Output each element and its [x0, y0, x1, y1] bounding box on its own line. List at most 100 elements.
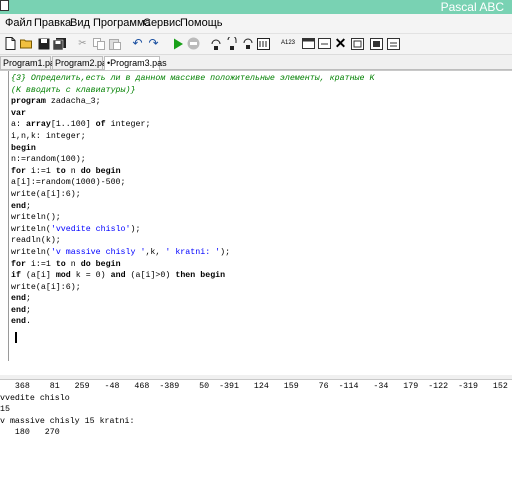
code-token: n — [65, 166, 81, 176]
cut-icon[interactable]: ✂ — [76, 37, 89, 50]
code-token: begin — [11, 143, 36, 153]
code-token: i:=1 — [25, 259, 56, 269]
stop-icon[interactable] — [187, 37, 200, 50]
code-token: and — [110, 271, 126, 281]
run-icon[interactable] — [171, 37, 184, 50]
menu-view[interactable]: Вид — [70, 17, 90, 30]
code-line[interactable]: writeln('vvedite chislo'); — [11, 224, 374, 236]
undo-icon[interactable]: ↶ — [131, 37, 144, 50]
copy-icon[interactable] — [92, 37, 105, 50]
code-token: i:=1 — [25, 166, 56, 176]
code-token: writeln( — [11, 247, 51, 257]
window-icon[interactable] — [318, 37, 331, 50]
window4-icon[interactable] — [387, 37, 400, 50]
code-token: . — [25, 317, 31, 327]
code-line[interactable]: program zadacha_3; — [11, 96, 374, 108]
text-cursor — [15, 332, 17, 343]
step-into-icon[interactable] — [225, 37, 238, 50]
code-token: do begin — [80, 166, 121, 176]
tab-program1[interactable]: Program1.pas — [0, 56, 60, 69]
tab-program2[interactable]: Program2.pas — [52, 56, 112, 69]
code-line[interactable]: end. — [11, 316, 374, 328]
editor-gutter — [4, 71, 9, 361]
code-token: [1..100] — [50, 120, 96, 130]
code-line[interactable]: for i:=1 to n do begin — [11, 259, 374, 271]
code-line[interactable]: end; — [11, 305, 374, 317]
form-icon[interactable] — [302, 37, 315, 50]
code-token: k = 0) — [70, 271, 111, 281]
code-token: i,n,k: integer; — [11, 131, 86, 141]
output-panel: 368 81 259 -48 468 -389 50 -391 124 159 … — [0, 381, 512, 439]
code-line[interactable]: i,n,k: integer; — [11, 131, 374, 143]
code-line[interactable]: begin — [11, 143, 374, 155]
code-token: ' kratni: ' — [165, 247, 221, 257]
code-token: a[i]:=random(1000)-500; — [11, 178, 126, 188]
code-token: n — [65, 259, 81, 269]
code-line[interactable]: a: array[1..100] of integer; — [11, 119, 374, 131]
code-token: ); — [220, 247, 231, 257]
app-icon — [0, 0, 9, 11]
save-all-icon[interactable] — [53, 37, 66, 50]
code-token: program — [11, 97, 46, 107]
code-line[interactable]: end; — [11, 201, 374, 213]
debug-icon[interactable] — [257, 37, 270, 50]
code-line[interactable]: write(a[i]:6); — [11, 282, 374, 294]
panel-splitter[interactable] — [0, 375, 512, 380]
code-token: end — [11, 305, 26, 315]
code-line[interactable]: {3} Определить,есть ли в данном массиве … — [11, 73, 374, 85]
step-over-icon[interactable] — [241, 37, 254, 50]
code-token: (a[i] — [20, 271, 56, 281]
code-token: ; — [25, 201, 31, 211]
new-file-icon[interactable] — [4, 37, 17, 50]
code-token: (K вводить с клавиатуры)} — [11, 85, 136, 95]
output-line: 180 270 — [0, 428, 60, 437]
code-token: ); — [130, 224, 141, 234]
code-line[interactable]: readln(k); — [11, 235, 374, 247]
code-token: ; — [25, 305, 31, 315]
code-token: to — [55, 166, 66, 176]
menu-program[interactable]: Программа — [93, 17, 151, 30]
menu-edit[interactable]: Правка — [34, 17, 71, 30]
code-token: do begin — [80, 259, 121, 269]
code-token: var — [11, 108, 26, 118]
output-line: v massive chisly 15 kratni: — [0, 416, 135, 426]
code-token: integer; — [105, 120, 151, 130]
window2-icon[interactable] — [351, 37, 364, 50]
code-token: {3} Определить,есть ли в данном массиве … — [11, 74, 375, 83]
code-token: end — [11, 294, 26, 304]
open-icon[interactable] — [20, 37, 33, 50]
code-line[interactable]: for i:=1 to n do begin — [11, 166, 374, 178]
code-line[interactable]: a[i]:=random(1000)-500; — [11, 177, 374, 189]
tab-program3[interactable]: •Program3.pas — [104, 56, 167, 70]
window3-icon[interactable] — [370, 37, 383, 50]
code-line[interactable]: if (a[i] mod k = 0) and (a[i]>0) then be… — [11, 270, 374, 282]
code-text[interactable]: {3} Определить,есть ли в данном массиве … — [11, 73, 374, 328]
code-line[interactable]: n:=random(100); — [11, 154, 374, 166]
code-line[interactable]: var — [11, 108, 374, 120]
code-line[interactable]: write(a[i]:6); — [11, 189, 374, 201]
code-line[interactable]: writeln(); — [11, 212, 374, 224]
paste-icon[interactable] — [108, 37, 121, 50]
tab-bar: Program1.pas Program2.pas •Program3.pas — [0, 55, 512, 70]
code-token: end — [11, 317, 26, 327]
window-title: Pascal ABC — [440, 0, 504, 14]
code-token: write(a[i]:6); — [11, 189, 81, 199]
redo-icon[interactable]: ↷ — [147, 37, 160, 50]
step-icon[interactable] — [209, 37, 222, 50]
code-line[interactable]: writeln('v massive chisly ',k, ' kratni:… — [11, 247, 374, 259]
menu-bar: Файл Правка Вид Программа Сервис Помощь — [0, 14, 512, 34]
menu-help[interactable]: Помощь — [180, 17, 223, 30]
code-editor[interactable]: {3} Определить,есть ли в данном массиве … — [0, 70, 512, 376]
code-line[interactable]: (K вводить с клавиатуры)} — [11, 85, 374, 97]
font-size-icon[interactable]: A123 — [280, 37, 296, 50]
code-line[interactable]: end; — [11, 293, 374, 305]
menu-file[interactable]: Файл — [5, 17, 32, 30]
code-token: ; — [25, 294, 31, 304]
close-icon[interactable]: ✕ — [334, 36, 347, 50]
code-token: end — [11, 201, 26, 211]
save-icon[interactable] — [37, 37, 50, 50]
code-token: (a[i]>0) — [125, 271, 176, 281]
menu-service[interactable]: Сервис — [143, 17, 181, 30]
code-token: to — [55, 259, 66, 269]
toolbar: ✂ ↶ ↷ A123 ✕ — [0, 34, 512, 55]
